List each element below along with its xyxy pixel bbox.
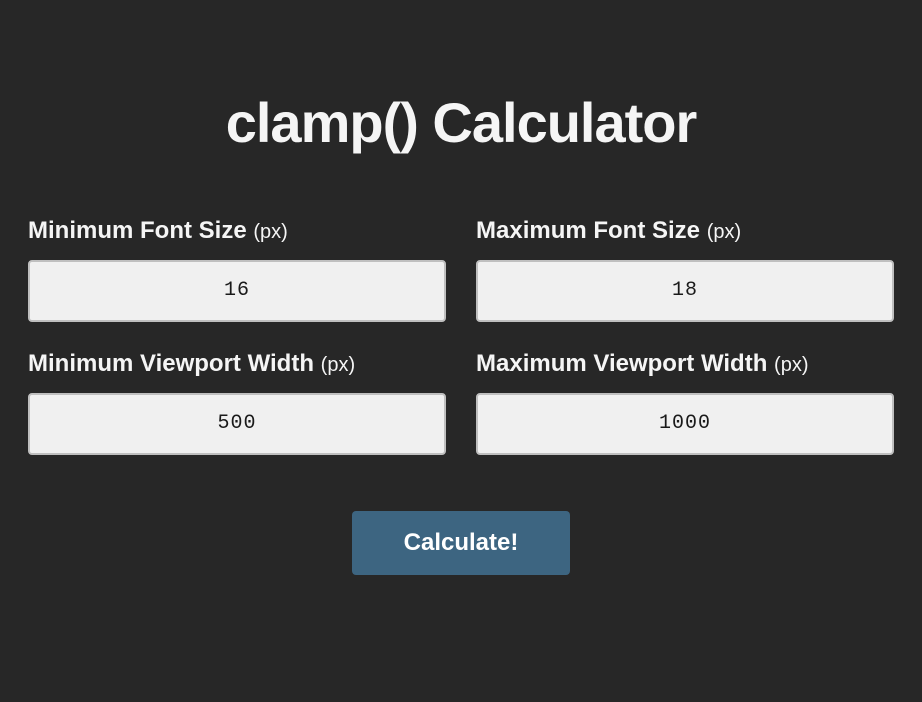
max-viewport-width-label: Maximum Viewport Width (px) xyxy=(476,350,894,379)
input-grid: Minimum Font Size (px) Maximum Font Size… xyxy=(28,217,894,455)
max-viewport-width-label-text: Maximum Viewport Width xyxy=(476,350,767,377)
max-viewport-width-input[interactable] xyxy=(476,393,894,455)
min-viewport-width-unit: (px) xyxy=(321,354,355,376)
min-font-size-input[interactable] xyxy=(28,260,446,322)
max-font-size-input[interactable] xyxy=(476,260,894,322)
min-viewport-width-field: Minimum Viewport Width (px) xyxy=(28,350,446,455)
page-title: clamp() Calculator xyxy=(28,90,894,155)
min-viewport-width-label: Minimum Viewport Width (px) xyxy=(28,350,446,379)
calculate-button[interactable]: Calculate! xyxy=(352,511,571,575)
min-font-size-field: Minimum Font Size (px) xyxy=(28,217,446,322)
max-viewport-width-unit: (px) xyxy=(774,354,808,376)
max-font-size-unit: (px) xyxy=(707,221,741,243)
min-font-size-label-text: Minimum Font Size xyxy=(28,217,247,244)
max-font-size-field: Maximum Font Size (px) xyxy=(476,217,894,322)
max-font-size-label: Maximum Font Size (px) xyxy=(476,217,894,246)
max-font-size-label-text: Maximum Font Size xyxy=(476,217,700,244)
min-font-size-unit: (px) xyxy=(253,221,287,243)
min-viewport-width-label-text: Minimum Viewport Width xyxy=(28,350,314,377)
min-viewport-width-input[interactable] xyxy=(28,393,446,455)
max-viewport-width-field: Maximum Viewport Width (px) xyxy=(476,350,894,455)
min-font-size-label: Minimum Font Size (px) xyxy=(28,217,446,246)
actions: Calculate! xyxy=(28,511,894,575)
